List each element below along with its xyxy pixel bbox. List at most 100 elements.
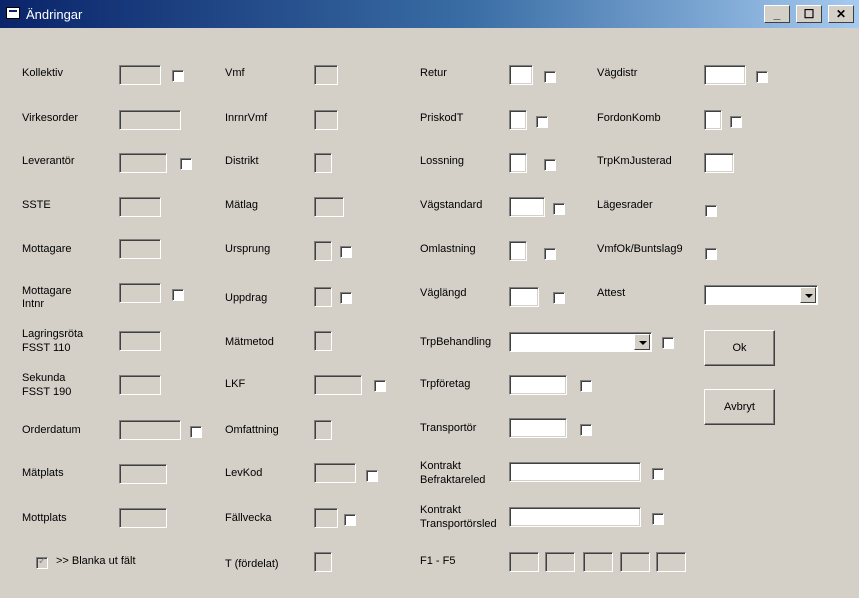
retur-field[interactable] xyxy=(509,65,533,85)
distrikt-field xyxy=(314,153,332,173)
kontrakt-befraktareled-field[interactable] xyxy=(509,462,641,482)
vagdistr-field[interactable] xyxy=(704,65,746,85)
transportor-field[interactable] xyxy=(509,418,567,438)
kollektiv-checkbox[interactable] xyxy=(172,70,184,82)
label-inrnrvmf: InrnrVmf xyxy=(225,112,268,124)
omlastning-field[interactable] xyxy=(509,241,527,261)
priskodt-field[interactable] xyxy=(509,110,527,130)
priskodt-checkbox[interactable] xyxy=(536,116,548,128)
uppdrag-field xyxy=(314,287,332,307)
label-lagringsrota-2: FSST 110 xyxy=(22,342,71,354)
trpbehandling-checkbox[interactable] xyxy=(662,337,674,349)
vmfok-checkbox[interactable] xyxy=(705,248,717,260)
leverantor-checkbox[interactable] xyxy=(180,158,192,170)
virkesorder-field xyxy=(119,110,181,130)
label-mottagare: Mottagare xyxy=(22,243,72,255)
trpforetag-checkbox[interactable] xyxy=(580,380,592,392)
ursprung-field xyxy=(314,241,332,261)
matlag-field xyxy=(314,197,344,217)
mottagare-field xyxy=(119,239,161,259)
trpkmjusterad-field[interactable] xyxy=(704,153,734,173)
label-lagringsrota-1: Lagringsröta xyxy=(22,328,84,340)
leverantor-field xyxy=(119,153,167,173)
f5-field xyxy=(656,552,686,572)
vagstandard-checkbox[interactable] xyxy=(553,203,565,215)
transportor-checkbox[interactable] xyxy=(580,424,592,436)
ursprung-checkbox[interactable] xyxy=(340,246,352,258)
label-trpforetag: Trpföretag xyxy=(420,378,471,390)
vaglangd-checkbox[interactable] xyxy=(553,292,565,304)
retur-checkbox[interactable] xyxy=(544,71,556,83)
t-fordelat-field xyxy=(314,552,332,572)
label-kontrakt-bef-2: Befraktareled xyxy=(420,474,486,486)
label-kontrakt-tr-1: Kontrakt xyxy=(420,504,461,516)
kontrakt-befraktareled-checkbox[interactable] xyxy=(652,468,664,480)
minimize-button[interactable]: _ xyxy=(764,5,790,23)
label-blanka: >> Blanka ut fält xyxy=(56,555,136,567)
label-sekunda-1: Sekunda xyxy=(22,372,66,384)
label-matlag: Mätlag xyxy=(225,199,259,211)
chevron-down-icon[interactable] xyxy=(634,334,650,350)
kontrakt-transportorsled-field[interactable] xyxy=(509,507,641,527)
label-kontrakt-tr-2: Transportörsled xyxy=(420,518,497,530)
label-fordonkomb: FordonKomb xyxy=(597,112,661,124)
lossning-checkbox[interactable] xyxy=(544,159,556,171)
kollektiv-field xyxy=(119,65,161,85)
label-vmfok: VmfOk/Buntslag9 xyxy=(597,243,683,255)
lagringsrota-field xyxy=(119,331,161,351)
trpbehandling-dropdown[interactable] xyxy=(509,332,652,352)
label-lossning: Lossning xyxy=(420,155,465,167)
fordonkomb-field[interactable] xyxy=(704,110,722,130)
fordonkomb-checkbox[interactable] xyxy=(730,116,742,128)
fallvecka-checkbox[interactable] xyxy=(344,514,356,526)
label-matmetod: Mätmetod xyxy=(225,336,274,348)
kontrakt-transportorsled-checkbox[interactable] xyxy=(652,513,664,525)
sekunda-field xyxy=(119,375,161,395)
vaglangd-field[interactable] xyxy=(509,287,539,307)
attest-dropdown[interactable] xyxy=(704,285,818,305)
uppdrag-checkbox[interactable] xyxy=(340,292,352,304)
label-virkesorder: Virkesorder xyxy=(22,112,79,124)
label-levkod: LevKod xyxy=(225,467,263,479)
label-transportor: Transportör xyxy=(420,422,477,434)
label-uppdrag: Uppdrag xyxy=(225,292,268,304)
label-mottagare-intnr-1: Mottagare xyxy=(22,285,72,297)
label-trpbehandling: TrpBehandling xyxy=(420,336,492,348)
chevron-down-icon[interactable] xyxy=(800,287,816,303)
matmetod-field xyxy=(314,331,332,351)
orderdatum-field xyxy=(119,420,181,440)
label-trpkmjusterad: TrpKmJusterad xyxy=(597,155,672,167)
vagstandard-field[interactable] xyxy=(509,197,545,217)
title-bar: Ändringar _ ☐ ✕ xyxy=(0,0,859,28)
label-matplats: Mätplats xyxy=(22,467,64,479)
label-leverantor: Leverantör xyxy=(22,155,75,167)
label-lkf: LKF xyxy=(225,378,246,390)
avbryt-button[interactable]: Avbryt xyxy=(704,389,775,425)
f1-field xyxy=(509,552,539,572)
fallvecka-field xyxy=(314,508,338,528)
window-icon xyxy=(6,7,20,19)
levkod-checkbox[interactable] xyxy=(366,470,378,482)
label-kontrakt-bef-1: Kontrakt xyxy=(420,460,461,472)
maximize-button[interactable]: ☐ xyxy=(796,5,822,23)
mottagare-intnr-checkbox[interactable] xyxy=(172,289,184,301)
label-retur: Retur xyxy=(420,67,447,79)
ok-button[interactable]: Ok xyxy=(704,330,775,366)
sste-field xyxy=(119,197,161,217)
omlastning-checkbox[interactable] xyxy=(544,248,556,260)
lagesrader-checkbox[interactable] xyxy=(705,205,717,217)
close-button[interactable]: ✕ xyxy=(828,5,854,23)
label-vagstandard: Vägstandard xyxy=(420,199,483,211)
vagdistr-checkbox[interactable] xyxy=(756,71,768,83)
orderdatum-checkbox[interactable] xyxy=(190,426,202,438)
lkf-checkbox[interactable] xyxy=(374,380,386,392)
matplats-field xyxy=(119,464,167,484)
label-distrikt: Distrikt xyxy=(225,155,259,167)
label-priskodt: PriskodT xyxy=(420,112,464,124)
window-title: Ändringar xyxy=(26,7,83,22)
label-mottagare-intnr-2: Intnr xyxy=(22,298,45,310)
lkf-field xyxy=(314,375,362,395)
lossning-field[interactable] xyxy=(509,153,527,173)
label-vmf: Vmf xyxy=(225,67,245,79)
trpforetag-field[interactable] xyxy=(509,375,567,395)
